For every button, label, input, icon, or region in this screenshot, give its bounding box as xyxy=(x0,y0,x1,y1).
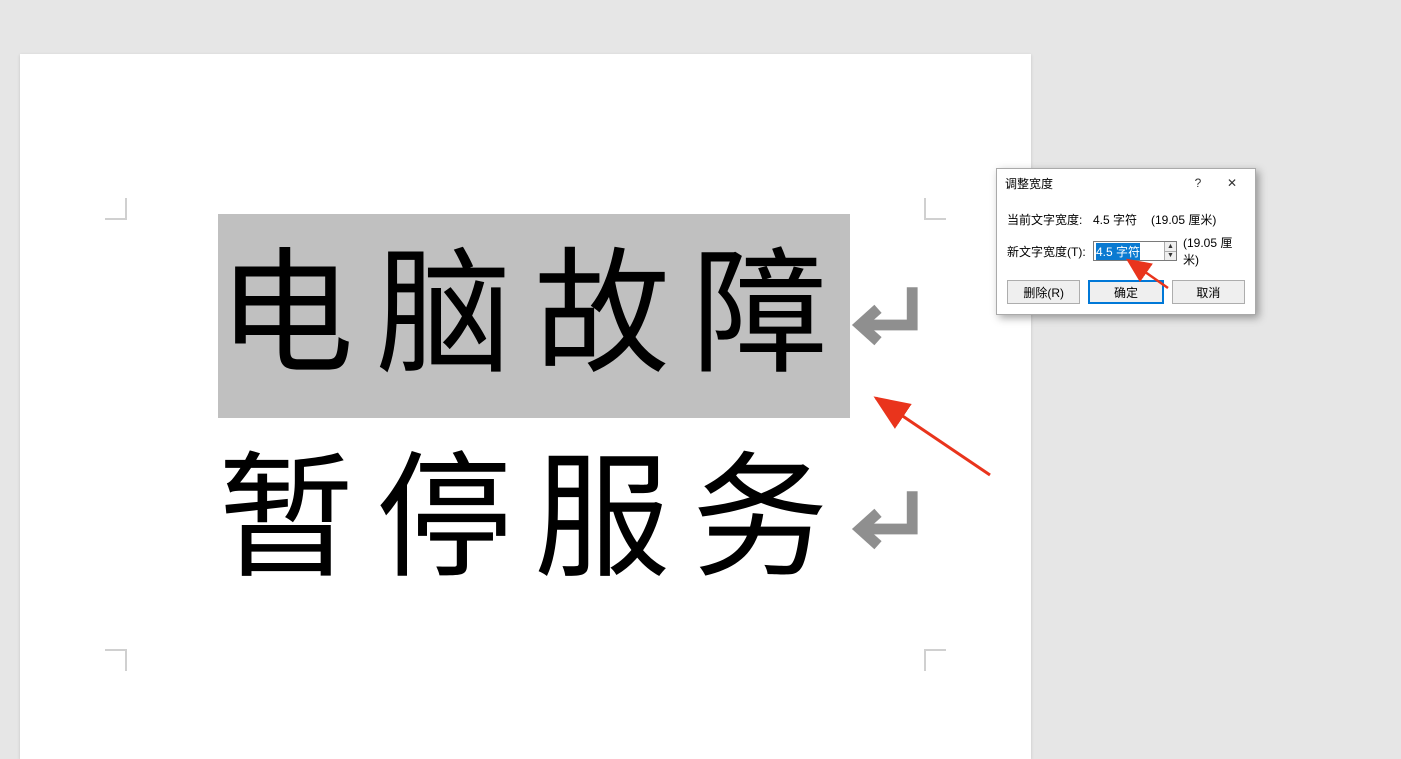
selected-text[interactable]: 电脑故障 xyxy=(218,214,850,418)
current-width-label: 当前文字宽度: xyxy=(1007,211,1093,228)
crop-mark-top-left xyxy=(105,198,127,220)
dialog-titlebar[interactable]: 调整宽度 ? ✕ xyxy=(997,169,1255,197)
new-width-extra: (19.05 厘米) xyxy=(1183,234,1245,268)
dialog-title: 调整宽度 xyxy=(1005,175,1181,192)
document-page: 电脑故障 暂停服务 xyxy=(20,54,1031,759)
help-button[interactable]: ? xyxy=(1181,172,1215,194)
new-width-spinner[interactable]: ▲ ▼ xyxy=(1093,241,1177,261)
close-button[interactable]: ✕ xyxy=(1215,172,1249,194)
crop-mark-bottom-left xyxy=(105,649,127,671)
paragraph-mark-icon xyxy=(842,271,932,361)
new-width-row: 新文字宽度(T): ▲ ▼ (19.05 厘米) xyxy=(1007,234,1245,268)
adjust-width-dialog: 调整宽度 ? ✕ 当前文字宽度: 4.5 字符 (19.05 厘米) 新文字宽度… xyxy=(996,168,1256,315)
text-line-2[interactable]: 暂停服务 xyxy=(218,418,932,622)
cancel-button[interactable]: 取消 xyxy=(1172,280,1245,304)
current-width-row: 当前文字宽度: 4.5 字符 (19.05 厘米) xyxy=(1007,211,1245,228)
dialog-body: 当前文字宽度: 4.5 字符 (19.05 厘米) 新文字宽度(T): ▲ ▼ … xyxy=(997,197,1255,314)
paragraph-mark-icon xyxy=(842,475,932,565)
new-width-label: 新文字宽度(T): xyxy=(1007,243,1093,260)
spinner-down-button[interactable]: ▼ xyxy=(1165,252,1176,261)
text-line-1[interactable]: 电脑故障 xyxy=(218,214,932,418)
help-icon: ? xyxy=(1195,176,1202,190)
ok-button[interactable]: 确定 xyxy=(1088,280,1163,304)
document-content[interactable]: 电脑故障 暂停服务 xyxy=(218,214,932,622)
delete-button[interactable]: 删除(R) xyxy=(1007,280,1080,304)
close-icon: ✕ xyxy=(1227,176,1237,190)
dialog-button-row: 删除(R) 确定 取消 xyxy=(1007,280,1245,304)
current-width-value: 4.5 字符 xyxy=(1093,211,1151,228)
new-width-input[interactable] xyxy=(1094,242,1164,260)
crop-mark-bottom-right xyxy=(924,649,946,671)
line-2-text[interactable]: 暂停服务 xyxy=(218,418,850,622)
current-width-extra: (19.05 厘米) xyxy=(1151,211,1245,228)
spinner-up-button[interactable]: ▲ xyxy=(1165,242,1176,252)
